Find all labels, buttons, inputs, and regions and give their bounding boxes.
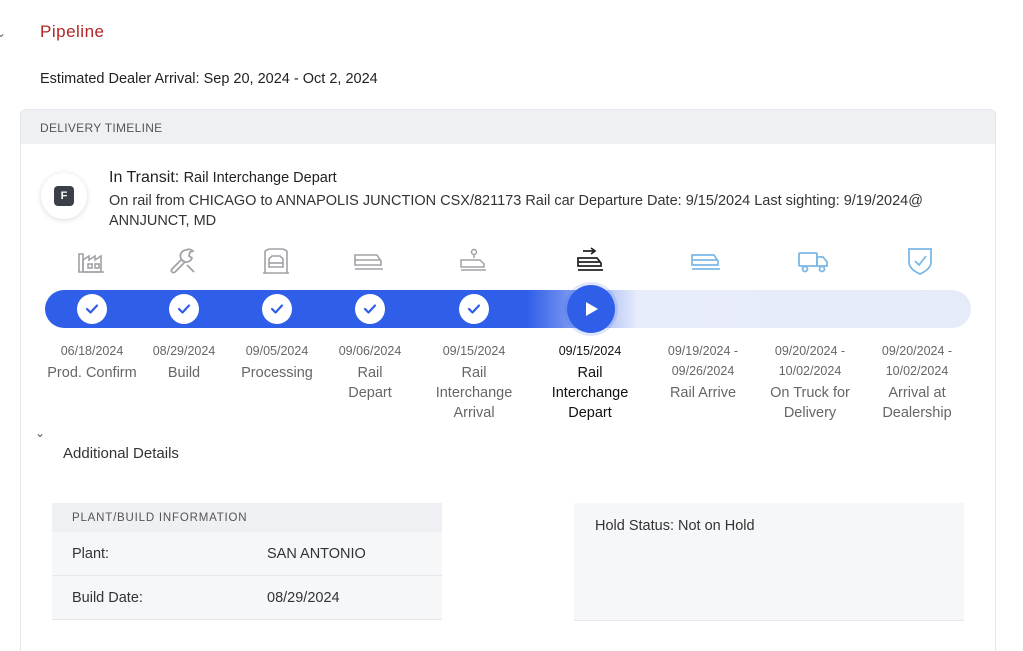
- build-date-value: 08/29/2024: [267, 590, 340, 606]
- table-row: Plant: SAN ANTONIO: [52, 532, 442, 576]
- step-label-rail-interchange-arrival: Rail Interchange Arrival: [435, 365, 513, 421]
- step-label-rail-arrive: Rail Arrive: [669, 385, 737, 401]
- delivery-timeline-card: DELIVERY TIMELINE F In Transit: Rail Int…: [20, 109, 996, 651]
- wrench-icon: [166, 246, 200, 276]
- status-badge-wrap: F: [41, 173, 87, 219]
- estimated-dealer-arrival: Estimated Dealer Arrival: Sep 20, 2024 -…: [40, 71, 378, 87]
- rail-arrive-icon: [689, 246, 723, 276]
- status-badge-icon: F: [54, 186, 74, 206]
- page-title: Pipeline: [40, 22, 105, 41]
- step-complete-icon: [169, 294, 199, 324]
- step-date: 09/15/2024: [442, 344, 506, 358]
- step-label-arrival-dealership: Arrival at Dealership: [882, 385, 952, 421]
- truck-icon: [796, 246, 830, 276]
- assembly-icon: [259, 246, 293, 276]
- collapse-chevron-icon[interactable]: ⌄: [0, 26, 6, 40]
- step-date: 09/19/2024 - 09/26/2024: [667, 344, 739, 378]
- rail-interchange-depart-icon: [573, 246, 607, 276]
- step-complete-icon: [459, 294, 489, 324]
- build-date-key: Build Date:: [72, 590, 143, 606]
- delivery-timeline-header: DELIVERY TIMELINE: [21, 110, 995, 144]
- step-label-rail-interchange-depart: Rail Interchange Depart: [551, 365, 629, 421]
- step-date: 09/20/2024 - 10/02/2024: [774, 344, 846, 378]
- additional-details-toggle[interactable]: Additional Details: [63, 445, 179, 462]
- factory-icon: [74, 246, 108, 276]
- additional-details-chevron-icon[interactable]: ⌄: [35, 426, 45, 440]
- current-step-play-icon: [567, 285, 615, 333]
- step-complete-icon: [355, 294, 385, 324]
- step-date-current: 09/15/2024: [558, 344, 622, 358]
- step-label-prod-confirm: Prod. Confirm: [47, 365, 137, 381]
- hold-status-box: Hold Status: Not on Hold: [574, 503, 964, 621]
- timeline-steps: 06/18/2024 08/29/2024 09/05/2024 09/06/2…: [21, 240, 995, 430]
- rail-interchange-arrival-icon: [456, 246, 490, 276]
- step-label-processing: Processing: [241, 365, 313, 381]
- status-title: In Transit: Rail Interchange Depart: [109, 169, 337, 187]
- step-date: 09/20/2024 - 10/02/2024: [881, 344, 953, 378]
- step-date: 09/06/2024: [338, 344, 402, 358]
- status-description: On rail from CHICAGO to ANNAPOLIS JUNCTI…: [109, 193, 923, 229]
- hold-status: Hold Status: Not on Hold: [595, 518, 755, 534]
- status-detail: Rail Interchange Depart: [183, 170, 337, 186]
- plant-build-header: PLANT/BUILD INFORMATION: [52, 503, 442, 532]
- rail-car-icon: [352, 246, 386, 276]
- step-label-rail-depart: Rail Depart: [348, 365, 392, 401]
- plant-key: Plant:: [72, 546, 110, 562]
- step-complete-icon: [77, 294, 107, 324]
- plant-value: SAN ANTONIO: [267, 546, 366, 562]
- plant-build-info: PLANT/BUILD INFORMATION Plant: SAN ANTON…: [52, 503, 442, 620]
- step-complete-icon: [262, 294, 292, 324]
- step-label-on-truck: On Truck for Delivery: [770, 385, 850, 421]
- status-lead: In Transit:: [109, 169, 180, 186]
- shield-check-icon: [903, 246, 937, 276]
- table-row: Build Date: 08/29/2024: [52, 576, 442, 620]
